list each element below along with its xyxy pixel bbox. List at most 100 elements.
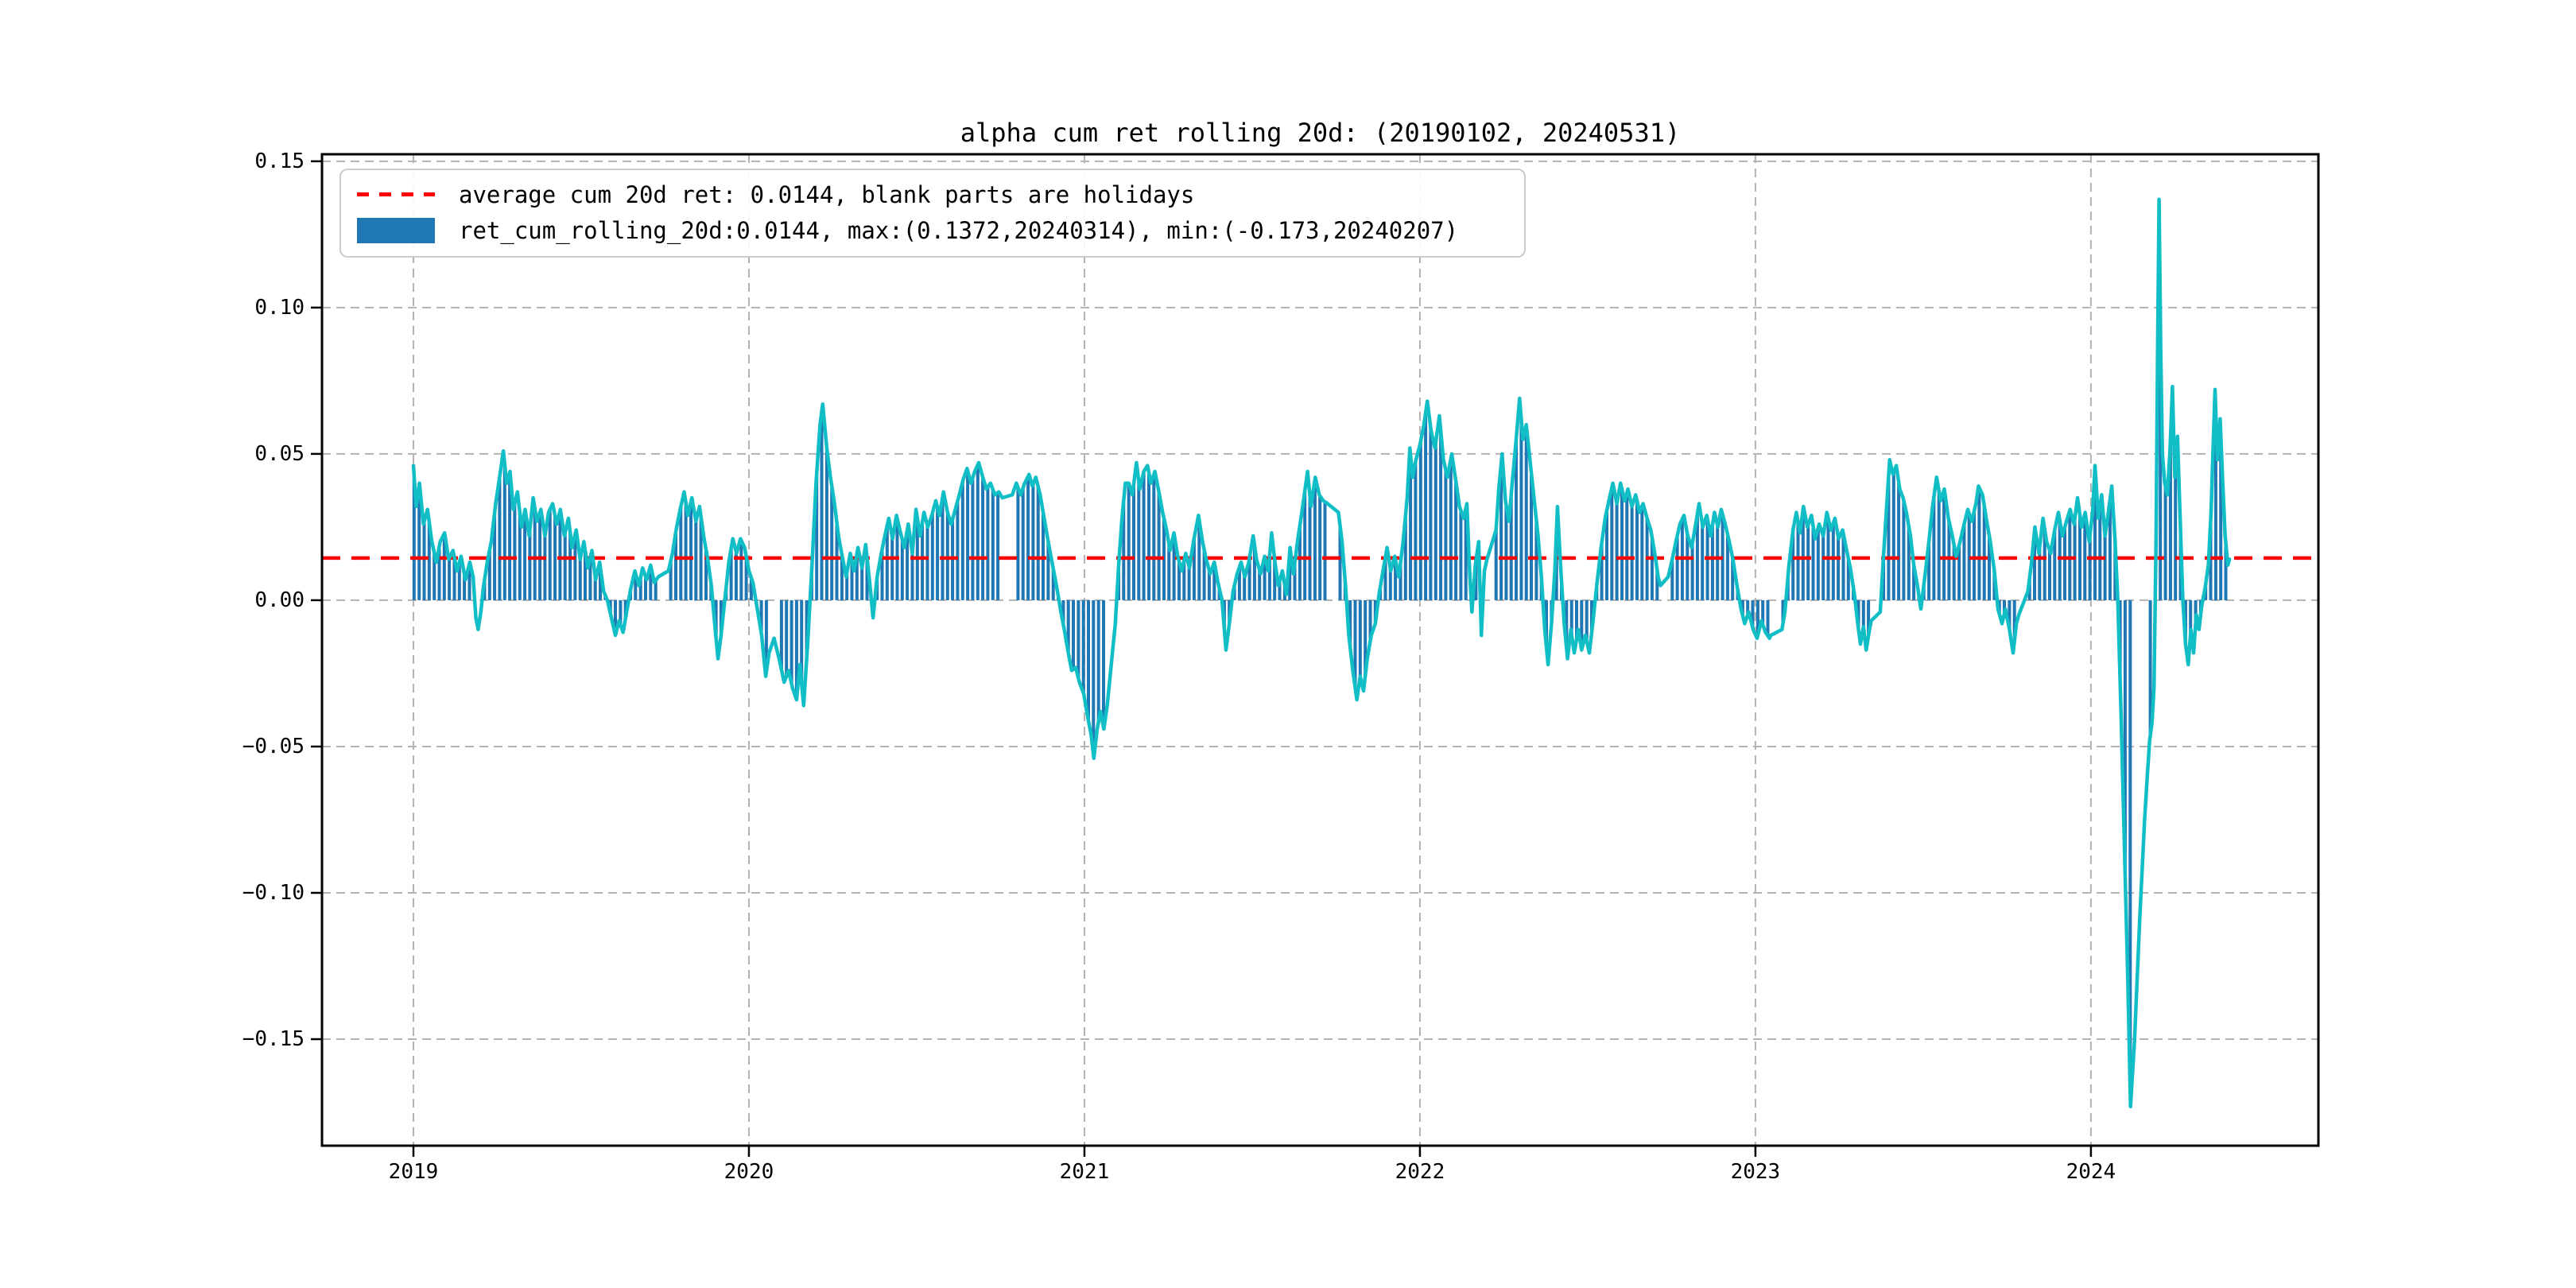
ret-cum-rolling-20d-bar (2174, 467, 2178, 600)
ret-cum-rolling-20d-bar (528, 530, 532, 600)
ret-cum-rolling-20d-bar (1167, 544, 1171, 600)
ret-cum-rolling-20d-bar (2088, 536, 2092, 600)
x-tick-label: 2021 (1059, 1160, 1110, 1184)
ret-cum-rolling-20d-bar (1036, 487, 1040, 600)
ret-cum-rolling-20d-bar (1444, 470, 1448, 600)
ret-cum-rolling-20d-bar (1433, 443, 1437, 600)
ret-cum-rolling-20d-bar (1831, 523, 1835, 600)
ret-cum-rolling-20d-bar (448, 557, 452, 600)
ret-cum-rolling-20d-bar (930, 513, 934, 600)
ret-cum-rolling-20d-bar (2103, 536, 2107, 600)
ret-cum-rolling-20d-bar (966, 471, 970, 600)
ret-cum-rolling-20d-bar (1081, 599, 1085, 693)
ret-cum-rolling-20d-bar (1127, 483, 1131, 600)
blue-bar-swatch (357, 217, 435, 243)
ret-cum-rolling-20d-bar (1690, 543, 1694, 600)
ret-cum-rolling-20d-bar (1072, 599, 1075, 669)
ret-cum-rolling-20d-bar (936, 507, 940, 600)
red-dashed-line-swatch (357, 192, 435, 196)
axes-spines (320, 153, 2320, 1147)
ret-cum-rolling-20d-bar (785, 599, 789, 676)
ret-cum-rolling-20d-bar (1096, 599, 1100, 722)
ret-cum-rolling-20d-bar (991, 489, 995, 600)
ret-cum-rolling-20d-bar (981, 477, 985, 600)
ret-cum-rolling-20d-bar (513, 503, 517, 600)
ret-cum-rolling-20d-bar (996, 492, 1000, 600)
ret-cum-rolling-20d-bar (1077, 599, 1080, 678)
ret-cum-rolling-20d-bar (2063, 527, 2066, 600)
ret-cum-rolling-20d-bar (548, 509, 552, 600)
ret-cum-rolling-20d-bar (890, 537, 894, 600)
ret-cum-rolling-20d-bar (1977, 487, 1981, 600)
ret-cum-rolling-20d-bar (1837, 537, 1841, 600)
ret-cum-rolling-20d-line (411, 197, 2232, 1108)
ret-cum-rolling-20d-bar (1318, 495, 1322, 600)
ret-cum-rolling-20d-bar (2048, 550, 2051, 600)
ret-cum-rolling-20d-bar (1449, 459, 1453, 600)
ret-cum-rolling-20d-bar (422, 522, 426, 600)
ret-cum-rolling-20d-bar (1152, 474, 1156, 600)
ret-cum-rolling-20d-bar (553, 515, 557, 600)
y-tick-label: 0.10 (254, 295, 305, 320)
ret-cum-rolling-20d-bar (1816, 527, 1820, 600)
ret-cum-rolling-20d-bar (1102, 599, 1105, 727)
ret-cum-rolling-20d-bar (1635, 500, 1639, 600)
ret-cum-rolling-20d-bar (1243, 575, 1247, 600)
ret-cum-rolling-20d-bar (1031, 484, 1035, 600)
ret-cum-rolling-20d-bar (1418, 441, 1422, 600)
ret-cum-rolling-20d-bar (1973, 510, 1976, 600)
ret-cum-rolling-20d-bar (1620, 489, 1624, 600)
y-tick-label: −0.05 (242, 734, 305, 758)
y-tick-label: −0.10 (242, 880, 305, 905)
ret-cum-rolling-20d-bar (960, 481, 964, 600)
ret-cum-rolling-20d-bar (684, 502, 688, 600)
ret-cum-rolling-20d-bar (578, 559, 582, 600)
ret-cum-rolling-20d-bar (1147, 472, 1150, 600)
chart-title: alpha cum ret rolling 20d: (20190102, 20… (960, 118, 1681, 148)
ret-cum-rolling-20d-bar (956, 501, 960, 600)
ret-cum-rolling-20d-bar (1640, 506, 1644, 600)
ret-cum-rolling-20d-bar (1625, 492, 1629, 600)
ret-cum-rolling-20d-bar (1308, 495, 1312, 600)
ret-cum-rolling-20d-bar (976, 464, 980, 600)
x-tick-label: 2019 (388, 1160, 439, 1184)
ret-cum-rolling-20d-bar (1157, 491, 1161, 600)
y-tick-label: 0.00 (254, 588, 305, 612)
ret-cum-rolling-20d-bar (1323, 502, 1327, 600)
legend-item-series: ret_cum_rolling_20d:0.0144, max:(0.1372,… (357, 213, 1524, 248)
ret-cum-rolling-20d-bar (1610, 487, 1614, 600)
ret-cum-rolling-20d-bar (1519, 418, 1523, 600)
ret-cum-rolling-20d-bar (2098, 506, 2102, 600)
legend-label-series: ret_cum_rolling_20d:0.0144, max:(0.1372,… (459, 216, 1459, 244)
matplotlib-figure: alpha cum ret rolling 20d: (20190102, 20… (0, 0, 2576, 1288)
ret-cum-rolling-20d-bar (2038, 547, 2042, 600)
ret-cum-rolling-20d-bar (689, 502, 692, 600)
y-tick-label: 0.05 (254, 441, 305, 466)
x-tick-label: 2023 (1730, 1160, 1781, 1184)
x-tick-label: 2024 (2066, 1160, 2116, 1184)
ret-cum-rolling-20d-bar (1429, 428, 1433, 600)
ret-cum-rolling-20d-bar (1137, 481, 1141, 600)
ret-cum-rolling-20d-bar (1806, 525, 1810, 600)
ret-cum-rolling-20d-bar (1388, 568, 1392, 600)
ret-cum-rolling-20d-bar (1424, 413, 1428, 600)
ret-cum-rolling-20d-bar (1494, 530, 1498, 600)
ret-cum-rolling-20d-bar (1891, 472, 1895, 600)
ret-cum-rolling-20d-bar (1716, 526, 1720, 600)
ret-cum-rolling-20d-bar (1902, 500, 1906, 600)
x-tick-label: 2020 (724, 1160, 774, 1184)
ret-cum-rolling-20d-bar (1615, 503, 1619, 600)
ret-cum-rolling-20d-bar (1016, 487, 1020, 600)
ret-cum-rolling-20d-bar (860, 568, 864, 600)
ret-cum-rolling-20d-bar (1142, 471, 1146, 600)
legend-label-average: average cum 20d ret: 0.0144, blank parts… (459, 180, 1195, 208)
ret-cum-rolling-20d-bar (563, 533, 567, 600)
ret-cum-rolling-20d-bar (1861, 599, 1865, 627)
ret-cum-rolling-20d-bar (1701, 525, 1705, 600)
ret-cum-rolling-20d-bar (1358, 599, 1362, 677)
ret-cum-rolling-20d-bar (1686, 533, 1690, 600)
ret-cum-rolling-20d-bar (971, 478, 975, 600)
ret-cum-rolling-20d-bar (1630, 506, 1634, 600)
ret-cum-rolling-20d-bar (694, 521, 698, 600)
ret-cum-rolling-20d-bar (1132, 483, 1135, 600)
